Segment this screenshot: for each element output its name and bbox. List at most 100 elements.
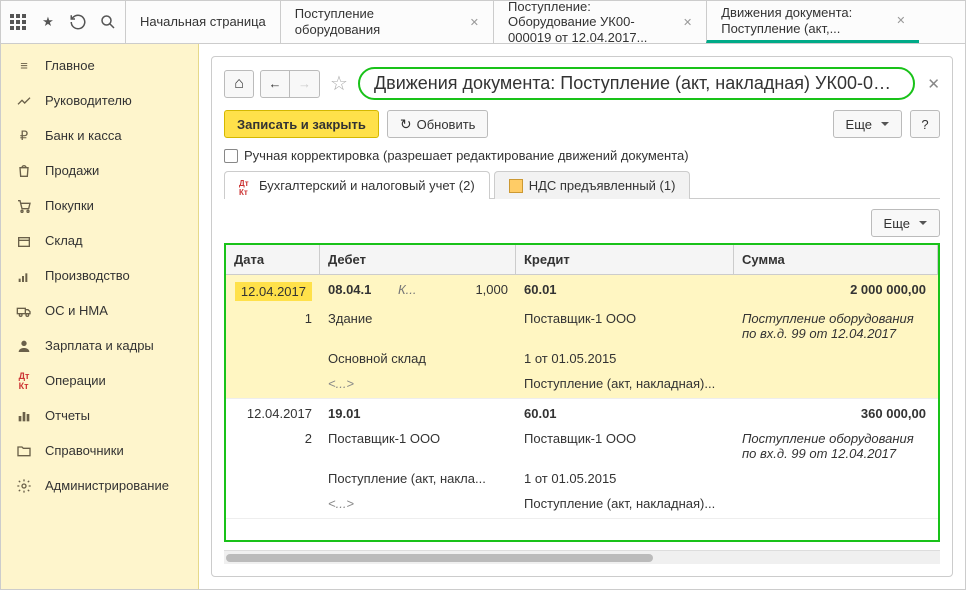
- tab-receipt-equipment[interactable]: Поступление оборудования ✕: [280, 1, 493, 43]
- sidebar-item-label: Склад: [45, 233, 83, 248]
- sidebar-item-label: Руководителю: [45, 93, 132, 108]
- back-button[interactable]: ←: [260, 70, 290, 98]
- forward-button[interactable]: →: [290, 70, 320, 98]
- tab-label: Бухгалтерский и налоговый учет (2): [259, 178, 475, 193]
- dtkt-icon: ДтКт: [15, 372, 33, 390]
- sidebar-item-operations[interactable]: ДтКт Операции: [1, 363, 198, 398]
- sidebar-item-bank[interactable]: ₽ Банк и касса: [1, 118, 198, 153]
- register-tabs: ДтКт Бухгалтерский и налоговый учет (2) Н…: [224, 171, 940, 199]
- sidebar-item-purchases[interactable]: Покупки: [1, 188, 198, 223]
- truck-icon: [15, 302, 33, 320]
- search-icon[interactable]: [99, 13, 117, 31]
- refresh-icon: [400, 116, 412, 133]
- box-icon: [15, 232, 33, 250]
- save-close-button[interactable]: Записать и закрыть: [224, 110, 379, 138]
- horizontal-scrollbar[interactable]: [224, 550, 940, 564]
- sidebar-item-label: Продажи: [45, 163, 99, 178]
- refresh-button[interactable]: Обновить: [387, 110, 489, 138]
- person-icon: [15, 337, 33, 355]
- table-header: Дата Дебет Кредит Сумма: [226, 245, 938, 275]
- sidebar-item-manager[interactable]: Руководителю: [1, 83, 198, 118]
- sidebar-item-warehouse[interactable]: Склад: [1, 223, 198, 258]
- col-credit[interactable]: Кредит: [516, 245, 734, 274]
- cart-icon: [15, 197, 33, 215]
- history-icon[interactable]: [69, 13, 87, 31]
- sidebar-item-production[interactable]: Производство: [1, 258, 198, 293]
- sidebar-item-sales[interactable]: Продажи: [1, 153, 198, 188]
- sidebar-item-references[interactable]: Справочники: [1, 433, 198, 468]
- close-icon[interactable]: ✕: [683, 16, 692, 29]
- table-row[interactable]: 12.04.201719.0160.01360 000,002Поставщик…: [226, 399, 938, 519]
- ruble-icon: ₽: [15, 127, 33, 145]
- tab-home[interactable]: Начальная страница: [125, 1, 280, 43]
- help-button[interactable]: ?: [910, 110, 940, 138]
- manual-edit-checkbox[interactable]: [224, 149, 238, 163]
- sidebar-item-label: Отчеты: [45, 408, 90, 423]
- tab-accounting[interactable]: ДтКт Бухгалтерский и налоговый учет (2): [224, 171, 490, 199]
- dtkt-icon: ДтКт: [239, 179, 253, 193]
- sidebar-item-assets[interactable]: ОС и НМА: [1, 293, 198, 328]
- more-button[interactable]: Еще: [833, 110, 902, 138]
- checkbox-label: Ручная корректировка (разрешает редактир…: [244, 148, 689, 163]
- close-icon[interactable]: ✕: [470, 16, 479, 29]
- tab-label: Поступление оборудования: [295, 6, 460, 37]
- gear-icon: [15, 477, 33, 495]
- tab-movements[interactable]: Движения документа: Поступление (акт,...…: [706, 1, 919, 43]
- sidebar-item-main[interactable]: ≡ Главное: [1, 48, 198, 83]
- sidebar-item-label: Производство: [45, 268, 130, 283]
- title-row: ← → ☆ Движения документа: Поступление (а…: [224, 67, 940, 100]
- sidebar-item-label: Операции: [45, 373, 106, 388]
- sidebar-item-reports[interactable]: Отчеты: [1, 398, 198, 433]
- apps-grid-icon[interactable]: [9, 13, 27, 31]
- scrollbar-thumb[interactable]: [226, 554, 653, 562]
- tab-label: НДС предъявленный (1): [529, 178, 676, 193]
- toolbar: Записать и закрыть Обновить Еще ?: [224, 110, 940, 138]
- sidebar-item-label: Главное: [45, 58, 95, 73]
- home-icon: [234, 75, 244, 93]
- col-debit[interactable]: Дебет: [320, 245, 516, 274]
- table-toolbar: Еще: [224, 209, 940, 237]
- factory-icon: [15, 267, 33, 285]
- tab-receipt-doc[interactable]: Поступление: Оборудование УК00-000019 от…: [493, 1, 706, 43]
- bars-icon: [15, 407, 33, 425]
- sidebar-item-hr[interactable]: Зарплата и кадры: [1, 328, 198, 363]
- button-label: Записать и закрыть: [237, 117, 366, 132]
- bag-icon: [15, 162, 33, 180]
- table-more-button[interactable]: Еще: [871, 209, 940, 237]
- document-panel: ← → ☆ Движения документа: Поступление (а…: [211, 56, 953, 577]
- sidebar-item-label: Администрирование: [45, 478, 169, 493]
- button-label: Еще: [884, 216, 910, 231]
- col-sum[interactable]: Сумма: [734, 245, 938, 274]
- table-body: 12.04.201708.04.1К...1,00060.012 000 000…: [226, 275, 938, 540]
- close-panel-icon[interactable]: ✕: [927, 75, 940, 93]
- sidebar-item-label: ОС и НМА: [45, 303, 108, 318]
- favorite-icon[interactable]: ☆: [330, 71, 348, 96]
- content-area: ← → ☆ Движения документа: Поступление (а…: [199, 44, 965, 589]
- sidebar-item-label: Покупки: [45, 198, 94, 213]
- manual-edit-row: Ручная корректировка (разрешает редактир…: [224, 148, 940, 163]
- sidebar: ≡ Главное Руководителю ₽ Банк и касса Прод…: [1, 44, 199, 589]
- movements-table: Дата Дебет Кредит Сумма 12.04.201708.04.…: [224, 243, 940, 542]
- doc-icon: [509, 179, 523, 193]
- button-label: ?: [921, 117, 928, 132]
- button-label: Еще: [846, 117, 872, 132]
- chart-icon: [15, 92, 33, 110]
- sidebar-item-label: Справочники: [45, 443, 124, 458]
- button-label: Обновить: [417, 117, 476, 132]
- col-date[interactable]: Дата: [226, 245, 320, 274]
- tab-label: Поступление: Оборудование УК00-000019 от…: [508, 0, 673, 45]
- sidebar-item-label: Зарплата и кадры: [45, 338, 154, 353]
- tab-label: Начальная страница: [140, 14, 266, 30]
- sidebar-item-admin[interactable]: Администрирование: [1, 468, 198, 503]
- home-button[interactable]: [224, 70, 254, 98]
- sidebar-item-label: Банк и касса: [45, 128, 122, 143]
- page-title: Движения документа: Поступление (акт, на…: [358, 67, 915, 100]
- tab-bar: ★ Начальная страница Поступление оборудо…: [1, 1, 965, 44]
- tab-icon-group: ★: [1, 1, 125, 43]
- star-icon[interactable]: ★: [39, 13, 57, 31]
- close-icon[interactable]: ✕: [896, 14, 905, 27]
- table-row[interactable]: 12.04.201708.04.1К...1,00060.012 000 000…: [226, 275, 938, 399]
- menu-icon: ≡: [15, 57, 33, 75]
- folder-icon: [15, 442, 33, 460]
- tab-vat[interactable]: НДС предъявленный (1): [494, 171, 691, 199]
